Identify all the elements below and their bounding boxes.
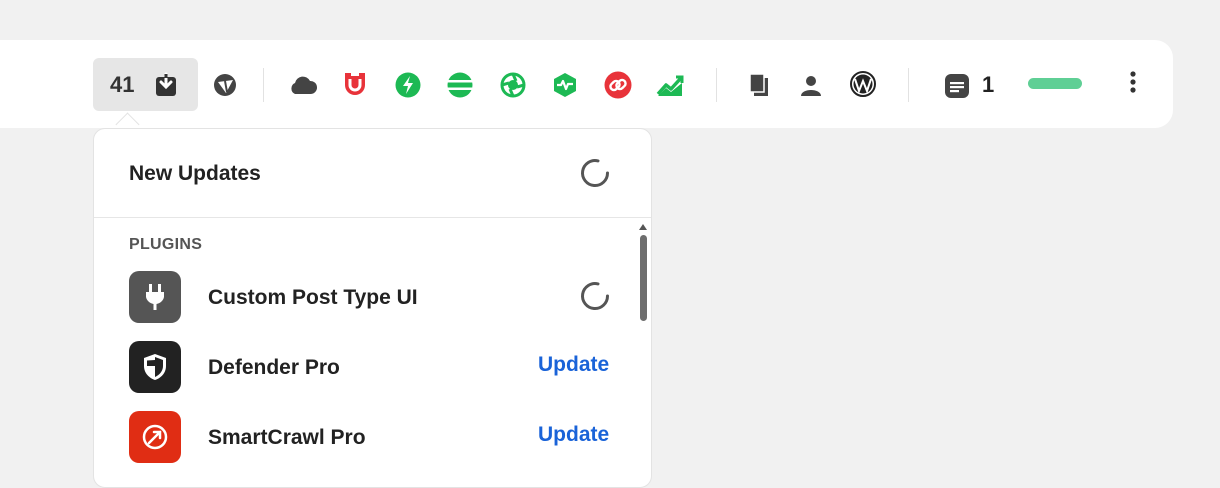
pages-icon[interactable] xyxy=(744,70,774,100)
notifications-count: 1 xyxy=(982,72,995,97)
plug-icon xyxy=(129,271,181,323)
update-button[interactable]: Update xyxy=(538,423,609,447)
separator xyxy=(908,68,909,102)
analytics-icon[interactable] xyxy=(655,70,685,100)
wordpress-icon[interactable] xyxy=(848,69,878,99)
separator xyxy=(716,68,717,102)
section-label-plugins: PLUGINS xyxy=(129,236,203,253)
scroll-thumb[interactable] xyxy=(640,235,647,321)
plugin-row: SmartCrawl Pro Update xyxy=(94,411,651,471)
uptime-icon[interactable] xyxy=(550,70,580,100)
scroll-up-icon[interactable] xyxy=(639,224,647,230)
more-icon[interactable] xyxy=(1122,68,1144,100)
forminator-icon[interactable] xyxy=(445,70,475,100)
notes-icon[interactable] xyxy=(942,71,972,101)
scrollbar[interactable] xyxy=(637,221,649,487)
brand-icon[interactable] xyxy=(210,70,240,100)
progress-indicator xyxy=(1028,78,1082,89)
broken-link-icon[interactable] xyxy=(603,70,633,100)
plugin-name: Custom Post Type UI xyxy=(208,286,418,309)
updates-button[interactable] xyxy=(93,58,198,111)
updates-count: 41 xyxy=(110,72,135,97)
dropdown-header: New Updates xyxy=(94,129,651,218)
cloud-icon[interactable] xyxy=(288,70,318,100)
branda-icon[interactable] xyxy=(340,69,370,99)
plugin-row: Custom Post Type UI xyxy=(94,271,651,331)
hummingbird-icon[interactable] xyxy=(393,70,423,100)
shield-icon xyxy=(129,341,181,393)
dropdown-title: New Updates xyxy=(129,162,261,185)
smartcrawl-icon xyxy=(129,411,181,463)
download-icon[interactable] xyxy=(151,70,181,100)
plugin-name: Defender Pro xyxy=(208,356,340,379)
updates-dropdown: New Updates PLUGINS Custom Post Type UI xyxy=(93,128,652,488)
loading-spinner-icon xyxy=(578,279,612,313)
update-button[interactable]: Update xyxy=(538,353,609,377)
user-icon[interactable] xyxy=(796,70,826,100)
smush-icon[interactable] xyxy=(498,70,528,100)
plugin-name: SmartCrawl Pro xyxy=(208,426,366,449)
top-toolbar: 41 1 xyxy=(0,40,1173,128)
loading-spinner-icon xyxy=(578,156,612,190)
plugin-row: Defender Pro Update xyxy=(94,341,651,401)
separator xyxy=(263,68,264,102)
